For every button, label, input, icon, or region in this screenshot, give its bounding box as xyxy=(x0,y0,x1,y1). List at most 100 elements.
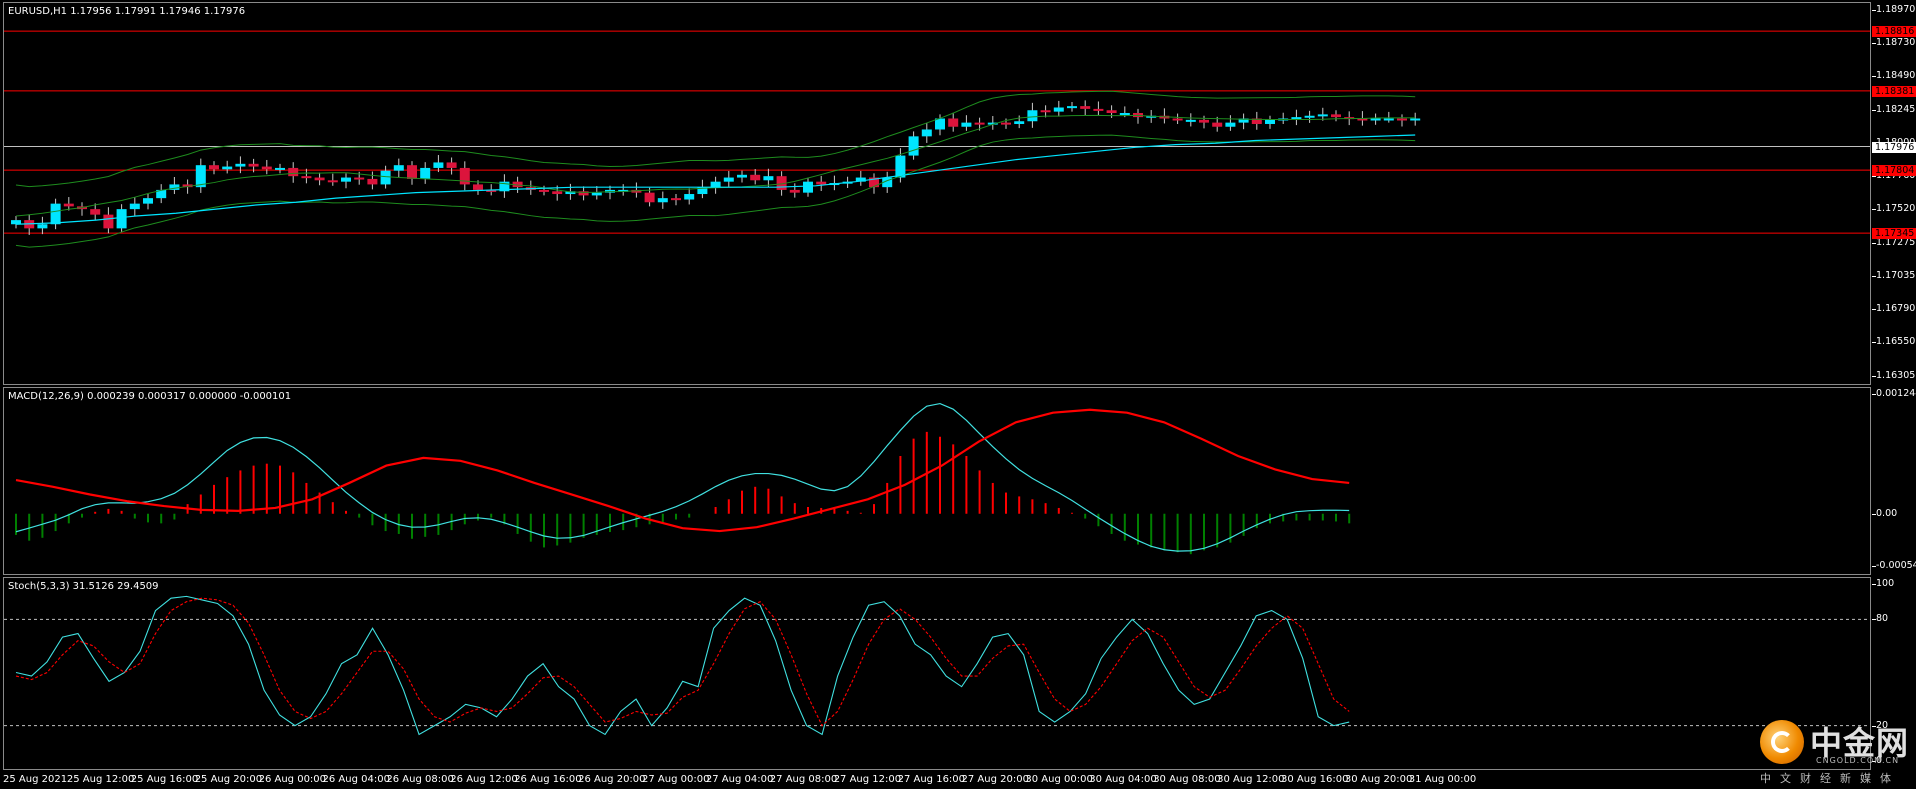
price-tick-label: 1.17520 xyxy=(1871,203,1916,215)
stochastic-tick-label: 80 xyxy=(1871,613,1889,625)
candle-bear xyxy=(209,165,219,170)
time-tick-label: 25 Aug 2021 xyxy=(3,774,68,785)
time-axis: 25 Aug 2021 25 Aug 12:00 25 Aug 16:00 25 Au… xyxy=(3,771,1871,789)
candle-bear xyxy=(1199,119,1209,123)
candle-bull xyxy=(657,198,668,203)
stochastic-tick-label: 100 xyxy=(1871,578,1895,589)
candle-bear xyxy=(539,189,549,192)
candle-bear xyxy=(314,177,325,181)
candle-bear xyxy=(1001,122,1011,125)
logo-subtitle: 中文财经新媒体 xyxy=(1760,772,1900,785)
time-tick-label: 27 Aug 04:00 xyxy=(705,774,774,785)
time-tick-label: 31 Aug 00:00 xyxy=(1408,774,1477,785)
candle-bear xyxy=(90,209,101,215)
candle-bull xyxy=(275,167,285,170)
candle-bull xyxy=(723,177,734,182)
candle-bear xyxy=(407,165,417,179)
candle-bear xyxy=(552,191,563,195)
bollinger-upper-line xyxy=(15,90,1416,188)
macd-tick-label: 0.001244 xyxy=(1871,388,1916,399)
candle-bear xyxy=(63,203,74,207)
macd-pane[interactable]: MACD(12,26,9) 0.000239 0.000317 0.000000… xyxy=(3,387,1871,575)
time-tick-label: 25 Aug 16:00 xyxy=(130,774,199,785)
candle-bull xyxy=(37,224,48,229)
candle-bull xyxy=(737,174,747,178)
candle-bull xyxy=(1370,118,1381,121)
candle-bear xyxy=(261,166,272,170)
price-tick-label: 1.16550 xyxy=(1871,336,1916,348)
price-chart-canvas xyxy=(4,30,1870,248)
price-chart-pane[interactable]: EURUSD,H1 1.17956 1.17991 1.17946 1.1797… xyxy=(3,2,1871,385)
candle-bear xyxy=(354,177,365,180)
candle-bull xyxy=(763,176,774,181)
macd-axis: 0.001244 0.00 -0.000543 xyxy=(1871,387,1916,575)
macd-tick-label: 0.00 xyxy=(1871,507,1898,519)
time-tick-label: 27 Aug 08:00 xyxy=(769,774,838,785)
candle-bull xyxy=(1304,115,1315,118)
candle-bull xyxy=(1185,119,1196,122)
candle-bull xyxy=(50,203,61,225)
time-tick-label: 27 Aug 12:00 xyxy=(833,774,902,785)
stochastic-canvas xyxy=(4,595,1870,736)
candle-bear xyxy=(644,192,655,203)
price-chart-label: EURUSD,H1 1.17956 1.17991 1.17946 1.1797… xyxy=(8,6,246,17)
candle-bull xyxy=(684,194,695,200)
candle-bear xyxy=(473,184,483,190)
candle-bull xyxy=(1014,121,1025,124)
candle-bull xyxy=(895,155,906,178)
stochastic-signal-line xyxy=(15,597,1350,727)
price-level-tag: 1.17804 xyxy=(1872,165,1916,177)
time-tick-label: 25 Aug 12:00 xyxy=(66,774,135,785)
time-tick-label: 30 Aug 00:00 xyxy=(1025,774,1093,785)
candle-bear xyxy=(948,118,959,127)
stochastic-label: Stoch(5,3,3) 31.5126 29.4509 xyxy=(8,581,159,592)
candle-bull xyxy=(393,165,404,171)
candle-bull xyxy=(1119,113,1130,116)
time-tick-label: 26 Aug 04:00 xyxy=(322,774,390,785)
time-tick-label: 26 Aug 12:00 xyxy=(450,774,518,785)
candle-bull xyxy=(1067,106,1077,109)
price-tick-label: 1.18730 xyxy=(1871,36,1916,48)
candle-bull xyxy=(116,209,127,229)
candle-bear xyxy=(367,178,378,185)
cngold-logo-icon xyxy=(1760,720,1804,764)
candle-bear xyxy=(446,162,457,168)
candle-bear xyxy=(1212,122,1223,127)
time-tick-label: 26 Aug 16:00 xyxy=(514,774,582,785)
candle-bear xyxy=(1106,110,1117,114)
time-tick-label: 25 Aug 20:00 xyxy=(194,774,263,785)
candle-bull xyxy=(341,177,351,182)
candle-bear xyxy=(750,174,761,181)
stochastic-pane[interactable]: Stoch(5,3,3) 31.5126 29.4509 xyxy=(3,577,1871,770)
candle-bull xyxy=(1225,122,1236,127)
candle-bear xyxy=(789,189,800,193)
price-level-tag: 1.17345 xyxy=(1872,228,1916,240)
candle-bear xyxy=(1172,118,1183,121)
price-tick-label: 1.18245 xyxy=(1871,103,1916,115)
candle-bull xyxy=(921,129,932,137)
candle-bull xyxy=(129,203,140,210)
time-tick-label: 30 Aug 08:00 xyxy=(1153,774,1221,785)
current-price-tag: 1.17976 xyxy=(1872,141,1916,153)
candle-bear xyxy=(974,122,985,125)
candle-bear xyxy=(103,214,114,229)
time-tick-label: 30 Aug 04:00 xyxy=(1089,774,1157,785)
candle-bull xyxy=(961,122,972,127)
candle-bull xyxy=(380,170,391,185)
bollinger-middle-line xyxy=(15,114,1416,217)
time-tick-label: 30 Aug 12:00 xyxy=(1217,774,1285,785)
price-tick-label: 1.17035 xyxy=(1871,269,1916,281)
stochastic-main-line xyxy=(15,595,1350,736)
candle-bull xyxy=(803,181,813,193)
price-level-tag: 1.18381 xyxy=(1872,85,1916,97)
candle-bull xyxy=(591,192,602,196)
price-tick-label: 1.16790 xyxy=(1871,303,1916,315)
logo-domain: CNGOLD.COM.CN xyxy=(1816,756,1900,765)
candle-bear xyxy=(459,167,470,185)
macd-canvas xyxy=(15,402,1351,555)
candle-bull xyxy=(1383,118,1394,121)
candle-bear xyxy=(1397,118,1407,121)
cngold-logo: 中金网 CNGOLD.COM.CN 中文财经新媒体 xyxy=(1756,716,1916,789)
candle-bull xyxy=(1027,110,1038,122)
candle-bull xyxy=(433,162,444,168)
